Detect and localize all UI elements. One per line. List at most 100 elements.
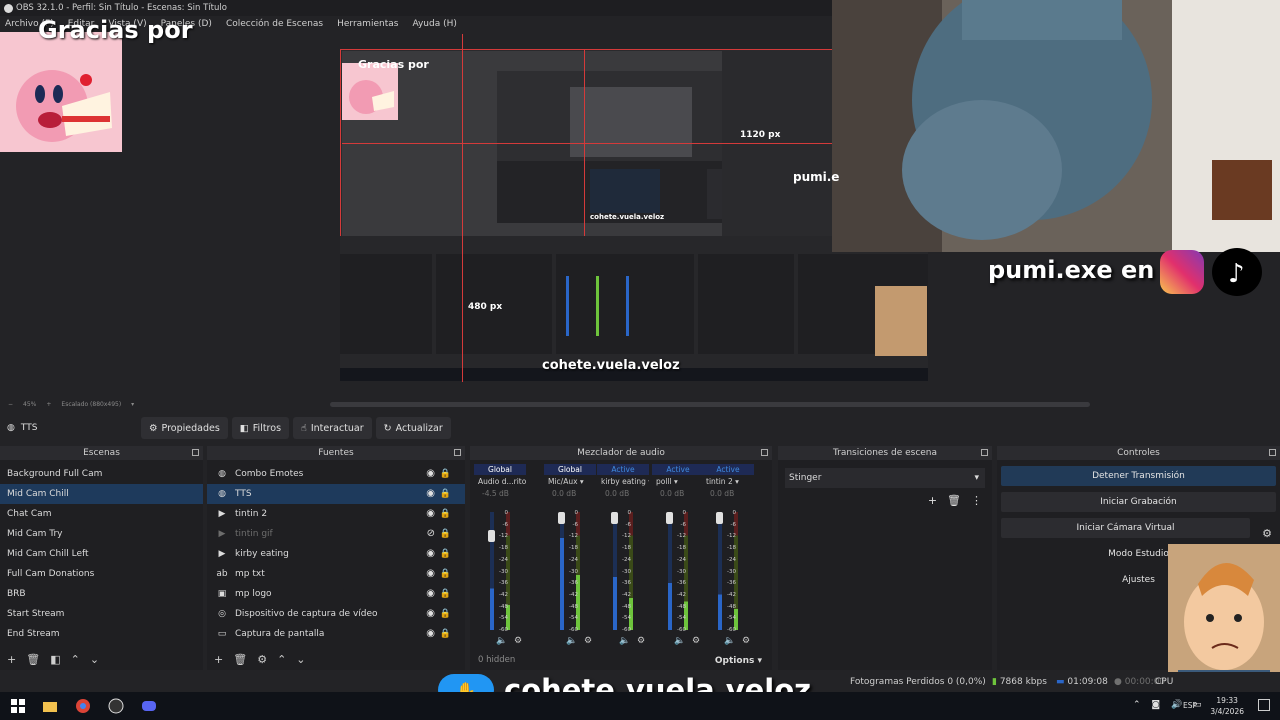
chrome-icon[interactable] xyxy=(75,698,91,714)
channel-name[interactable]: Audio d...ritorio ▾ xyxy=(474,477,526,486)
move-down-button[interactable]: ⌄ xyxy=(296,653,305,666)
remove-transition-button[interactable]: 🗑 xyxy=(947,494,961,507)
lock-icon[interactable]: 🔒 xyxy=(440,504,451,524)
volume-slider[interactable] xyxy=(558,512,565,524)
channel-config-icon[interactable]: ⚙ xyxy=(742,636,750,646)
eye-off-icon[interactable]: ⊘ xyxy=(427,524,435,544)
channel-name[interactable]: polll ▾ xyxy=(652,477,704,486)
undock-icon[interactable] xyxy=(192,449,199,456)
channel-name[interactable]: tintin 2 ▾ xyxy=(702,477,754,486)
volume-slider[interactable] xyxy=(716,512,723,524)
add-source-button[interactable]: + xyxy=(214,653,223,666)
channel-config-icon[interactable]: ⚙ xyxy=(514,636,522,646)
start-recording-button[interactable]: Iniciar Grabación xyxy=(1001,492,1276,512)
add-scene-button[interactable]: + xyxy=(7,653,16,666)
eye-icon[interactable]: ◉ xyxy=(426,624,435,644)
discord-icon[interactable] xyxy=(141,698,157,714)
source-settings-button[interactable]: ⚙ xyxy=(257,653,267,666)
move-up-button[interactable]: ⌃ xyxy=(71,653,80,666)
language-indicator[interactable]: ESP xyxy=(1183,701,1197,710)
zoom-in-button[interactable]: + xyxy=(46,401,51,408)
speaker-icon[interactable]: 🔈 xyxy=(724,636,735,646)
remove-source-button[interactable]: 🗑 xyxy=(233,653,247,666)
virtual-camera-button[interactable]: Iniciar Cámara Virtual xyxy=(1001,518,1250,538)
interact-button[interactable]: ☝ Interactuar xyxy=(293,417,372,439)
transition-select[interactable]: Stinger ▾ xyxy=(785,468,985,488)
scene-item[interactable]: Mid Cam Chill Left xyxy=(0,544,203,564)
source-item[interactable]: ◍ Combo Emotes ◉ 🔒 xyxy=(207,464,465,484)
stop-stream-button[interactable]: Detener Transmisión xyxy=(1001,466,1276,486)
menu-herramientas[interactable]: Herramientas xyxy=(337,19,398,29)
obs-icon[interactable] xyxy=(108,698,124,714)
lock-icon[interactable]: 🔒 xyxy=(440,464,451,484)
refresh-button[interactable]: ↻ Actualizar xyxy=(375,417,451,439)
scene-item[interactable]: Chat Cam xyxy=(0,504,203,524)
source-item[interactable]: ◎ Dispositivo de captura de vídeo ◉ 🔒 xyxy=(207,604,465,624)
transition-menu-button[interactable]: ⋮ xyxy=(971,494,982,507)
windows-start-icon[interactable] xyxy=(10,698,26,714)
eye-icon[interactable]: ◉ xyxy=(426,544,435,564)
preview-scrollbar[interactable] xyxy=(330,402,1090,407)
channel-name[interactable]: Mic/Aux ▾ xyxy=(544,477,596,486)
source-item[interactable]: ▭ Captura de pantalla ◉ 🔒 xyxy=(207,624,465,644)
lock-icon[interactable]: 🔒 xyxy=(440,624,451,644)
source-item[interactable]: ▶ kirby eating ◉ 🔒 xyxy=(207,544,465,564)
lock-icon[interactable]: 🔒 xyxy=(440,564,451,584)
channel-config-icon[interactable]: ⚙ xyxy=(637,636,645,646)
chevron-down-icon[interactable]: ▾ xyxy=(131,401,134,408)
lock-icon[interactable]: 🔒 xyxy=(440,604,451,624)
zoom-out-button[interactable]: − xyxy=(8,401,13,408)
eye-icon[interactable]: ◉ xyxy=(426,584,435,604)
add-transition-button[interactable]: + xyxy=(928,494,937,507)
mixer-channel: Global Mic/Aux ▾ 0.0 dB 0 -6 -12 -18 -24 -30 -36 -… xyxy=(544,464,596,646)
lock-icon[interactable]: 🔒 xyxy=(440,524,451,544)
volume-slider[interactable] xyxy=(611,512,618,524)
scene-item[interactable]: End Stream xyxy=(0,624,203,644)
speaker-icon[interactable]: 🔈 xyxy=(674,636,685,646)
scene-item[interactable]: Mid Cam Chill xyxy=(0,484,203,504)
scene-item[interactable]: Mid Cam Try xyxy=(0,524,203,544)
source-item[interactable]: ▶ tintin gif ⊘ 🔒 xyxy=(207,524,465,544)
eye-icon[interactable]: ◉ xyxy=(426,484,435,504)
remove-scene-button[interactable]: 🗑 xyxy=(26,653,40,666)
undock-icon[interactable] xyxy=(454,449,461,456)
mixer-options-button[interactable]: Options ▾ xyxy=(715,656,762,666)
speaker-icon[interactable]: 🔈 xyxy=(566,636,577,646)
undock-icon[interactable] xyxy=(1269,449,1276,456)
scene-item[interactable]: BRB xyxy=(0,584,203,604)
source-item[interactable]: ab mp txt ◉ 🔒 xyxy=(207,564,465,584)
properties-button[interactable]: ⚙ Propiedades xyxy=(141,417,228,439)
notification-icon[interactable] xyxy=(1258,699,1270,711)
lock-icon[interactable]: 🔒 xyxy=(440,544,451,564)
channel-config-icon[interactable]: ⚙ xyxy=(584,636,592,646)
source-item[interactable]: ▣ mp logo ◉ 🔒 xyxy=(207,584,465,604)
speaker-icon[interactable]: 🔈 xyxy=(619,636,630,646)
scene-filters-button[interactable]: ◧ xyxy=(50,653,60,666)
source-item[interactable]: ◍ TTS ◉ 🔒 xyxy=(207,484,465,504)
scene-item[interactable]: Background Full Cam xyxy=(0,464,203,484)
eye-icon[interactable]: ◉ xyxy=(426,564,435,584)
eye-icon[interactable]: ◉ xyxy=(426,504,435,524)
menu-coleccion[interactable]: Colección de Escenas xyxy=(226,19,323,29)
menu-ayuda[interactable]: Ayuda (H) xyxy=(412,19,456,29)
scene-item[interactable]: Full Cam Donations xyxy=(0,564,203,584)
speaker-icon[interactable]: 🔈 xyxy=(496,636,507,646)
lock-icon[interactable]: 🔒 xyxy=(440,484,451,504)
move-down-button[interactable]: ⌄ xyxy=(90,653,99,666)
lock-icon[interactable]: 🔒 xyxy=(440,584,451,604)
volume-slider[interactable] xyxy=(666,512,673,524)
eye-icon[interactable]: ◉ xyxy=(426,464,435,484)
channel-name[interactable]: kirby eating ▾ xyxy=(597,477,649,486)
channel-config-icon[interactable]: ⚙ xyxy=(692,636,700,646)
undock-icon[interactable] xyxy=(981,449,988,456)
filters-button[interactable]: ◧ Filtros xyxy=(231,417,290,439)
gear-icon[interactable]: ⚙ xyxy=(1262,527,1272,540)
volume-slider[interactable] xyxy=(488,530,495,542)
source-item[interactable]: ▶ tintin 2 ◉ 🔒 xyxy=(207,504,465,524)
undock-icon[interactable] xyxy=(761,449,768,456)
file-explorer-icon[interactable] xyxy=(42,698,58,714)
eye-icon[interactable]: ◉ xyxy=(426,604,435,624)
clock[interactable]: 19:33 3/4/2026 xyxy=(1210,695,1244,717)
scene-item[interactable]: Start Stream xyxy=(0,604,203,624)
move-up-button[interactable]: ⌃ xyxy=(277,653,286,666)
